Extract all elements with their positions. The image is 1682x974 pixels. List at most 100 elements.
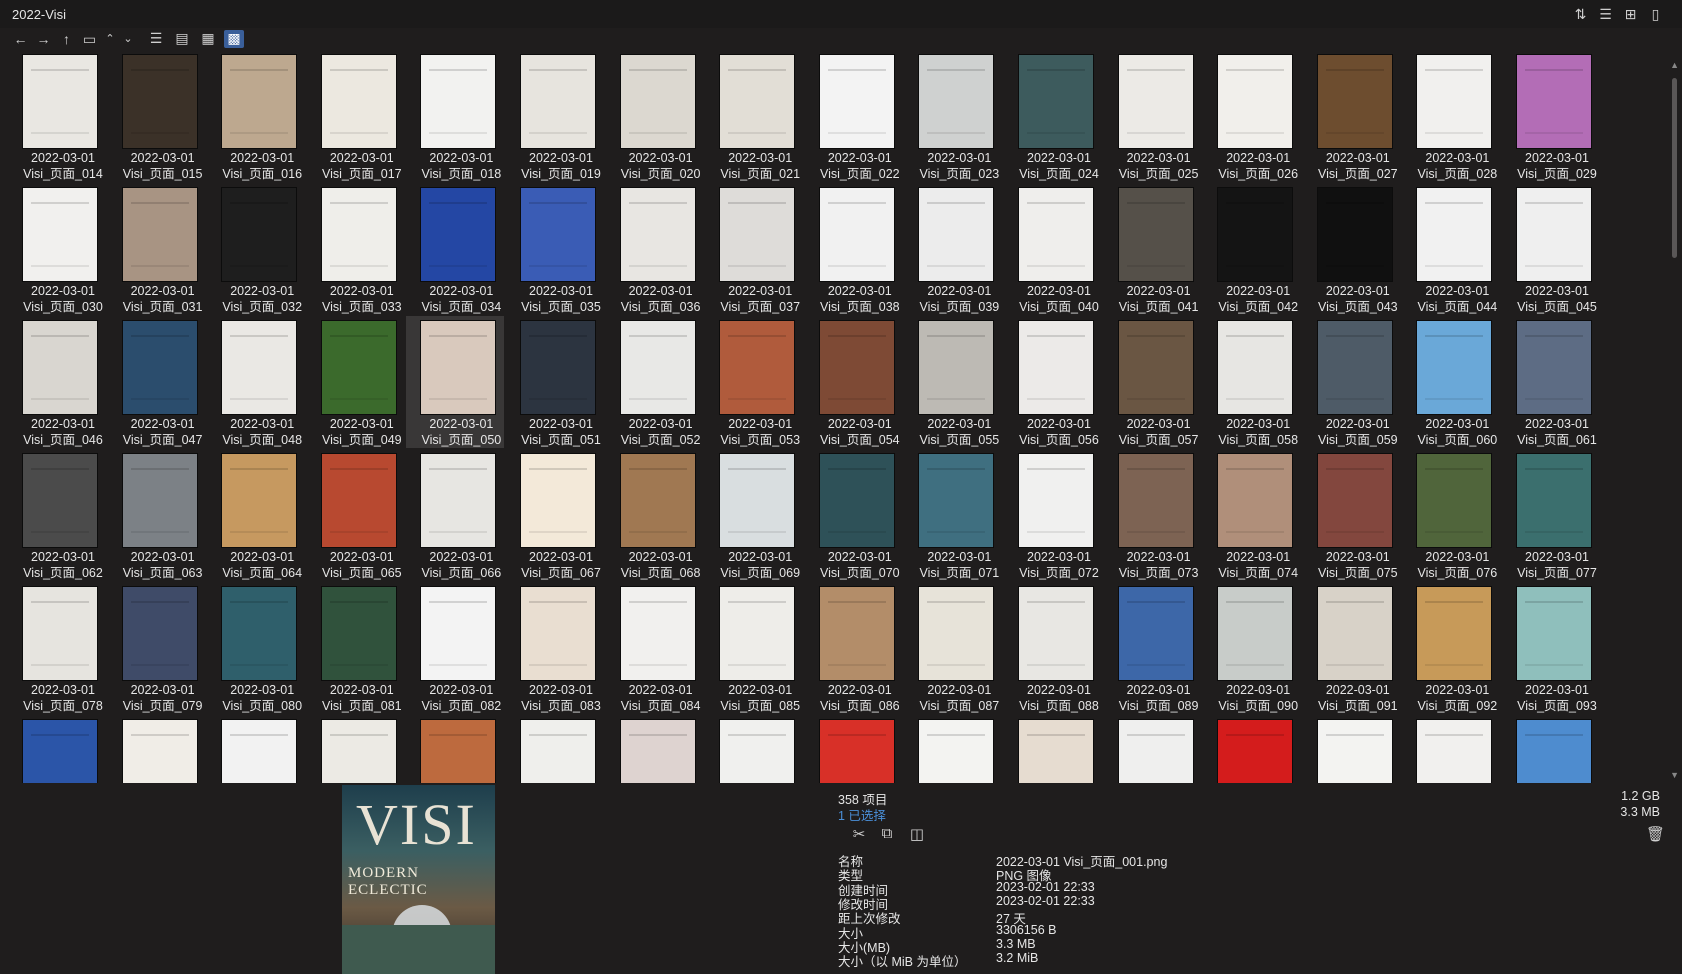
thumbnail-item[interactable]: 2022-03-01 Visi_页面_058 <box>1203 316 1301 448</box>
scrollbar-thumb[interactable] <box>1672 78 1677 258</box>
thumbnail-item[interactable]: 2022-03-01 Visi_页面_054 <box>805 316 903 448</box>
thumbnail-item[interactable] <box>1402 715 1500 783</box>
thumbnail-item[interactable] <box>1303 715 1401 783</box>
thumbnail-item[interactable]: 2022-03-01 Visi_页面_034 <box>406 183 504 315</box>
thumbnail-item[interactable]: 2022-03-01 Visi_页面_086 <box>805 582 903 714</box>
thumbnail-item[interactable]: 2022-03-01 Visi_页面_088 <box>1004 582 1102 714</box>
back-icon[interactable]: ← <box>12 31 29 48</box>
thumbnail-item[interactable]: 2022-03-01 Visi_页面_023 <box>904 50 1002 182</box>
thumbnail-item[interactable]: 2022-03-01 Visi_页面_014 <box>8 50 106 182</box>
thumbnail-item[interactable] <box>705 715 803 783</box>
thumbnail-item[interactable]: 2022-03-01 Visi_页面_030 <box>8 183 106 315</box>
thumbnail-item[interactable]: 2022-03-01 Visi_页面_066 <box>406 449 504 581</box>
thumbnail-item[interactable] <box>307 715 405 783</box>
thumbnail-item[interactable]: 2022-03-01 Visi_页面_050 <box>406 316 505 448</box>
thumbnail-item[interactable]: 2022-03-01 Visi_页面_053 <box>705 316 803 448</box>
scroll-up-icon[interactable]: ▲ <box>1670 60 1679 70</box>
chevron-down-icon[interactable]: ⌄ <box>122 31 134 48</box>
thumbnail-item[interactable] <box>1203 715 1301 783</box>
thumbnail-item[interactable]: 2022-03-01 Visi_页面_072 <box>1004 449 1102 581</box>
thumbnail-item[interactable]: 2022-03-01 Visi_页面_024 <box>1004 50 1102 182</box>
thumbnail-item[interactable] <box>406 715 504 783</box>
thumbnail-item[interactable]: 2022-03-01 Visi_页面_042 <box>1203 183 1301 315</box>
thumbnail-item[interactable]: 2022-03-01 Visi_页面_091 <box>1303 582 1401 714</box>
thumbnail-item[interactable]: 2022-03-01 Visi_页面_084 <box>606 582 704 714</box>
thumbnail-item[interactable]: 2022-03-01 Visi_页面_089 <box>1104 582 1202 714</box>
thumbnail-item[interactable]: 2022-03-01 Visi_页面_051 <box>506 316 604 448</box>
thumbnail-item[interactable]: 2022-03-01 Visi_页面_039 <box>904 183 1002 315</box>
thumbnail-item[interactable]: 2022-03-01 Visi_页面_025 <box>1104 50 1202 182</box>
list-view-icon[interactable]: ▤ <box>172 30 192 48</box>
thumbnail-item[interactable]: 2022-03-01 Visi_页面_063 <box>108 449 206 581</box>
thumbnail-item[interactable] <box>207 715 305 783</box>
thumbnail-item[interactable]: 2022-03-01 Visi_页面_081 <box>307 582 405 714</box>
compare-icon[interactable]: ◫ <box>908 825 926 843</box>
sort-icon[interactable]: ⇅ <box>1572 6 1589 23</box>
thumbnail-item[interactable]: 2022-03-01 Visi_页面_078 <box>8 582 106 714</box>
thumbnail-item[interactable]: 2022-03-01 Visi_页面_018 <box>406 50 504 182</box>
thumbnail-item[interactable] <box>108 715 206 783</box>
thumbnail-item[interactable]: 2022-03-01 Visi_页面_041 <box>1104 183 1202 315</box>
selected-count[interactable]: 1 已选择 <box>838 805 886 824</box>
thumbnail-item[interactable]: 2022-03-01 Visi_页面_029 <box>1502 50 1600 182</box>
delete-icon[interactable]: 🗑 <box>1646 825 1665 843</box>
thumbnail-item[interactable]: 2022-03-01 Visi_页面_090 <box>1203 582 1301 714</box>
thumbnail-item[interactable]: 2022-03-01 Visi_页面_057 <box>1104 316 1202 448</box>
thumbnail-item[interactable]: 2022-03-01 Visi_页面_043 <box>1303 183 1401 315</box>
thumbnail-item[interactable]: 2022-03-01 Visi_页面_032 <box>207 183 305 315</box>
thumbnail-item[interactable]: 2022-03-01 Visi_页面_048 <box>207 316 305 448</box>
thumbnail-item[interactable]: 2022-03-01 Visi_页面_016 <box>207 50 305 182</box>
thumbnail-item[interactable]: 2022-03-01 Visi_页面_027 <box>1303 50 1401 182</box>
thumbnail-item[interactable]: 2022-03-01 Visi_页面_083 <box>506 582 604 714</box>
thumbnail-item[interactable]: 2022-03-01 Visi_页面_065 <box>307 449 405 581</box>
thumbnail-item[interactable]: 2022-03-01 Visi_页面_056 <box>1004 316 1102 448</box>
thumbnail-item[interactable]: 2022-03-01 Visi_页面_069 <box>705 449 803 581</box>
new-tab-icon[interactable]: ⊞ <box>1622 6 1639 23</box>
thumbnail-item[interactable]: 2022-03-01 Visi_页面_080 <box>207 582 305 714</box>
thumbnail-item[interactable]: 2022-03-01 Visi_页面_070 <box>805 449 903 581</box>
thumbnail-item[interactable]: 2022-03-01 Visi_页面_079 <box>108 582 206 714</box>
thumbnail-item[interactable]: 2022-03-01 Visi_页面_061 <box>1502 316 1600 448</box>
thumbnail-item[interactable]: 2022-03-01 Visi_页面_077 <box>1502 449 1600 581</box>
details-view-icon[interactable]: ☰ <box>146 30 166 48</box>
thumbnail-item[interactable]: 2022-03-01 Visi_页面_071 <box>904 449 1002 581</box>
thumbnail-item[interactable]: 2022-03-01 Visi_页面_064 <box>207 449 305 581</box>
thumbnail-item[interactable]: 2022-03-01 Visi_页面_059 <box>1303 316 1401 448</box>
thumbnail-item[interactable]: 2022-03-01 Visi_页面_028 <box>1402 50 1500 182</box>
scroll-down-icon[interactable]: ▼ <box>1670 770 1679 780</box>
thumbnail-item[interactable] <box>1104 715 1202 783</box>
thumbnail-item[interactable] <box>1004 715 1102 783</box>
thumbnail-item[interactable] <box>805 715 903 783</box>
thumbnail-item[interactable]: 2022-03-01 Visi_页面_040 <box>1004 183 1102 315</box>
thumbnail-item[interactable]: 2022-03-01 Visi_页面_087 <box>904 582 1002 714</box>
thumbnail-item[interactable] <box>606 715 704 783</box>
thumbnail-item[interactable]: 2022-03-01 Visi_页面_022 <box>805 50 903 182</box>
thumbnail-item[interactable]: 2022-03-01 Visi_页面_073 <box>1104 449 1202 581</box>
chevron-up-icon[interactable]: ⌃ <box>104 31 116 48</box>
folder-icon[interactable]: ▭ <box>81 31 98 48</box>
up-icon[interactable]: ↑ <box>58 31 75 48</box>
thumbnail-item[interactable]: 2022-03-01 Visi_页面_044 <box>1402 183 1500 315</box>
thumbnail-item[interactable]: 2022-03-01 Visi_页面_093 <box>1502 582 1600 714</box>
tiles-view-icon[interactable]: ▦ <box>198 30 218 48</box>
copy-icon[interactable]: ⧉ <box>878 825 896 843</box>
thumbnail-item[interactable]: 2022-03-01 Visi_页面_021 <box>705 50 803 182</box>
thumbnail-item[interactable]: 2022-03-01 Visi_页面_015 <box>108 50 206 182</box>
thumbnail-item[interactable]: 2022-03-01 Visi_页面_046 <box>8 316 106 448</box>
thumbnail-item[interactable]: 2022-03-01 Visi_页面_031 <box>108 183 206 315</box>
thumbnail-item[interactable]: 2022-03-01 Visi_页面_067 <box>506 449 604 581</box>
thumbnail-item[interactable]: 2022-03-01 Visi_页面_036 <box>606 183 704 315</box>
thumbnail-item[interactable]: 2022-03-01 Visi_页面_074 <box>1203 449 1301 581</box>
clipboard-icon[interactable]: ▯ <box>1647 6 1664 23</box>
thumbnail-item[interactable]: 2022-03-01 Visi_页面_035 <box>506 183 604 315</box>
thumbnail-item[interactable]: 2022-03-01 Visi_页面_049 <box>307 316 405 448</box>
thumbnail-item[interactable]: 2022-03-01 Visi_页面_052 <box>606 316 704 448</box>
thumbnail-item[interactable]: 2022-03-01 Visi_页面_075 <box>1303 449 1401 581</box>
thumbnail-item[interactable]: 2022-03-01 Visi_页面_076 <box>1402 449 1500 581</box>
thumbnail-item[interactable]: 2022-03-01 Visi_页面_020 <box>606 50 704 182</box>
forward-icon[interactable]: → <box>35 31 52 48</box>
thumbnail-item[interactable]: 2022-03-01 Visi_页面_045 <box>1502 183 1600 315</box>
vertical-scrollbar[interactable] <box>1672 78 1678 778</box>
thumbnail-item[interactable]: 2022-03-01 Visi_页面_033 <box>307 183 405 315</box>
thumbnails-view-icon[interactable]: ▩ <box>224 30 244 48</box>
